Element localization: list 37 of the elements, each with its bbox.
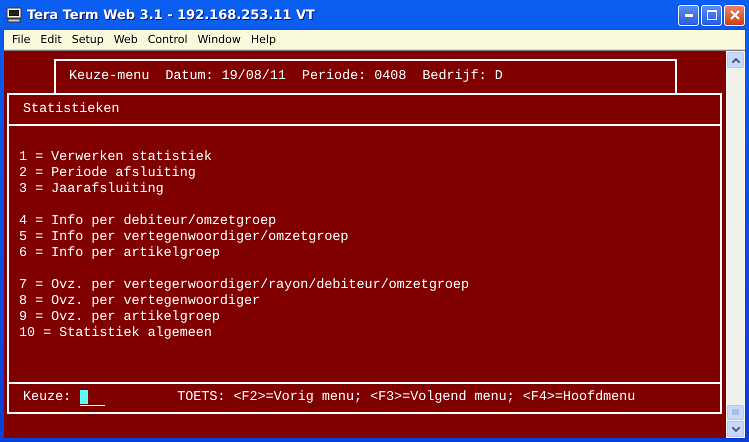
scroll-thumb[interactable] <box>727 405 744 420</box>
terminal-icon <box>6 7 22 23</box>
menu-item[interactable]: Window <box>192 33 246 46</box>
period-field: Periode: 0408 <box>302 69 406 85</box>
menu-option[interactable]: 4 = Info per debiteur/omzetgroep <box>19 214 276 230</box>
menu-item[interactable]: Control <box>142 33 193 46</box>
date-field: Datum: 19/08/11 <box>165 69 286 85</box>
maximize-icon <box>706 10 716 20</box>
prompt-label: Keuze: <box>23 390 72 406</box>
input-field[interactable] <box>80 390 106 406</box>
scrollbar[interactable] <box>726 51 745 438</box>
menu-option[interactable]: 2 = Periode afsluiting <box>19 166 196 182</box>
scroll-up-button[interactable] <box>727 52 744 68</box>
menu-item[interactable]: Edit <box>35 33 67 46</box>
menu-option[interactable]: 6 = Info per artikelgroep <box>19 246 220 262</box>
company-field: Bedrijf: D <box>422 69 503 85</box>
window-title: Tera Term Web 3.1 - 192.168.253.11 VT <box>27 8 316 22</box>
scroll-down-button[interactable] <box>727 421 744 437</box>
menu-option[interactable]: 10 = Statistiek algemeen <box>19 326 212 342</box>
menu-item[interactable]: Web <box>108 33 143 46</box>
menu-item[interactable]: Help <box>246 33 281 46</box>
menu-option[interactable]: 1 = Verwerken statistiek <box>19 150 212 166</box>
key-hints: TOETS: <F2>=Vorig menu; <F3>=Volgend menu; <F4>=Hoofdmenu <box>177 390 636 406</box>
menu-option[interactable]: 5 = Info per vertegenwoordiger/omzetgroep <box>19 230 348 246</box>
menu-item[interactable]: Setup <box>66 33 109 46</box>
close-button[interactable] <box>724 4 745 26</box>
menu-item[interactable]: File <box>7 33 36 46</box>
menu-option[interactable]: 9 = Ovz. per artikelgroep <box>19 310 220 326</box>
menu-option[interactable]: 8 = Ovz. per vertegenwoordiger <box>19 294 260 310</box>
minimize-button[interactable] <box>678 4 699 26</box>
minimize-icon <box>684 14 692 16</box>
maximize-button[interactable] <box>701 4 722 26</box>
menu-option[interactable]: 7 = Ovz. per vertegerwoordiger/rayon/debiteur/omzetgroep <box>19 278 469 294</box>
close-icon <box>730 10 740 20</box>
menu-name: Keuze-menu <box>69 69 150 85</box>
menu-option[interactable]: 3 = Jaarafsluiting <box>19 182 164 198</box>
panel-title: Statistieken <box>23 102 120 118</box>
